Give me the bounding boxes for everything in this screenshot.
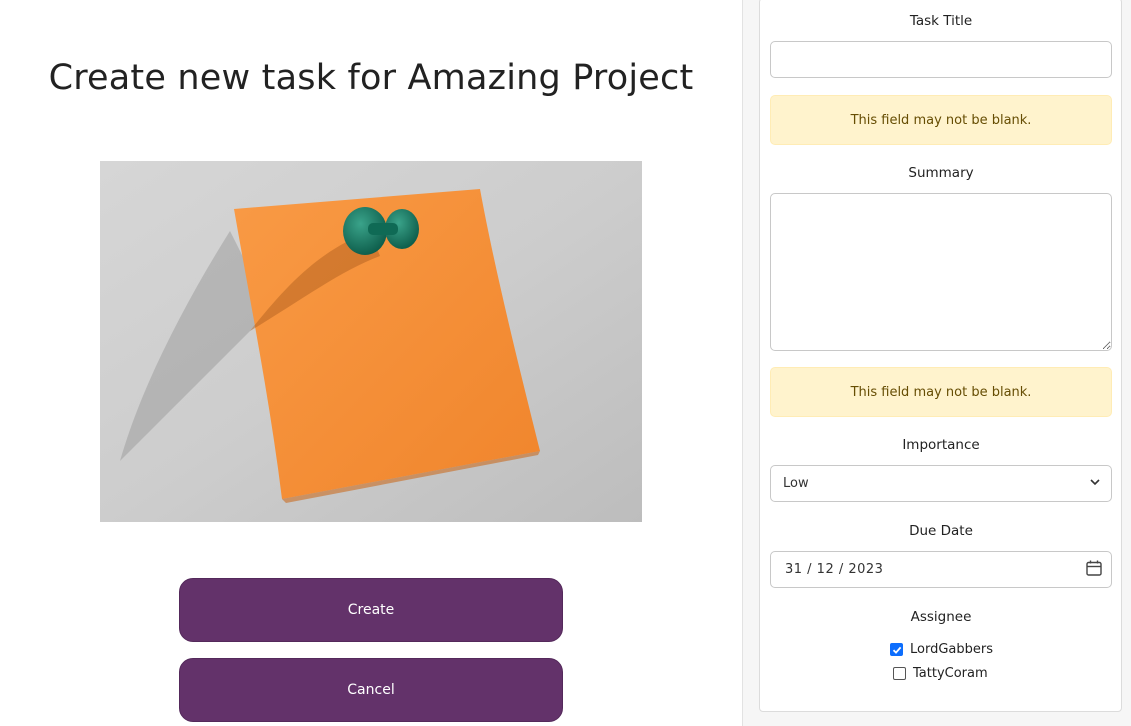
create-button[interactable]: Create — [179, 578, 563, 642]
importance-select[interactable]: Low — [770, 465, 1112, 502]
calendar-icon[interactable] — [1085, 559, 1103, 581]
due-date-value: 31 / 12 / 2023 — [785, 562, 884, 577]
assignee-option-lordgabbers[interactable]: LordGabbers — [890, 642, 993, 657]
chevron-down-icon — [1089, 476, 1101, 492]
summary-textarea[interactable] — [770, 193, 1112, 351]
checkmark-icon — [892, 646, 901, 654]
task-title-input[interactable] — [770, 41, 1112, 78]
page-title: Create new task for Amazing Project — [48, 58, 694, 98]
assignee-option-tattycoram[interactable]: TattyCoram — [893, 666, 988, 681]
due-date-label: Due Date — [909, 523, 973, 539]
importance-label: Importance — [902, 437, 980, 453]
task-title-error: This field may not be blank. — [770, 95, 1112, 145]
sticky-note-photo — [100, 161, 642, 522]
summary-error: This field may not be blank. — [770, 367, 1112, 417]
main-column: Create new task for Amazing Project Crea… — [0, 0, 742, 726]
assignee-label: Assignee — [910, 609, 972, 625]
importance-selected-value: Low — [783, 476, 809, 491]
task-title-label: Task Title — [909, 13, 973, 29]
assignee-name: TattyCoram — [913, 666, 988, 681]
due-date-input[interactable]: 31 / 12 / 2023 — [770, 551, 1112, 588]
assignee-checkbox-tattycoram[interactable] — [893, 667, 906, 680]
sticky-note-image — [100, 161, 642, 522]
cancel-button[interactable]: Cancel — [179, 658, 563, 722]
assignee-name: LordGabbers — [910, 642, 993, 657]
summary-label: Summary — [908, 165, 974, 181]
assignee-checkbox-lordgabbers[interactable] — [890, 643, 903, 656]
